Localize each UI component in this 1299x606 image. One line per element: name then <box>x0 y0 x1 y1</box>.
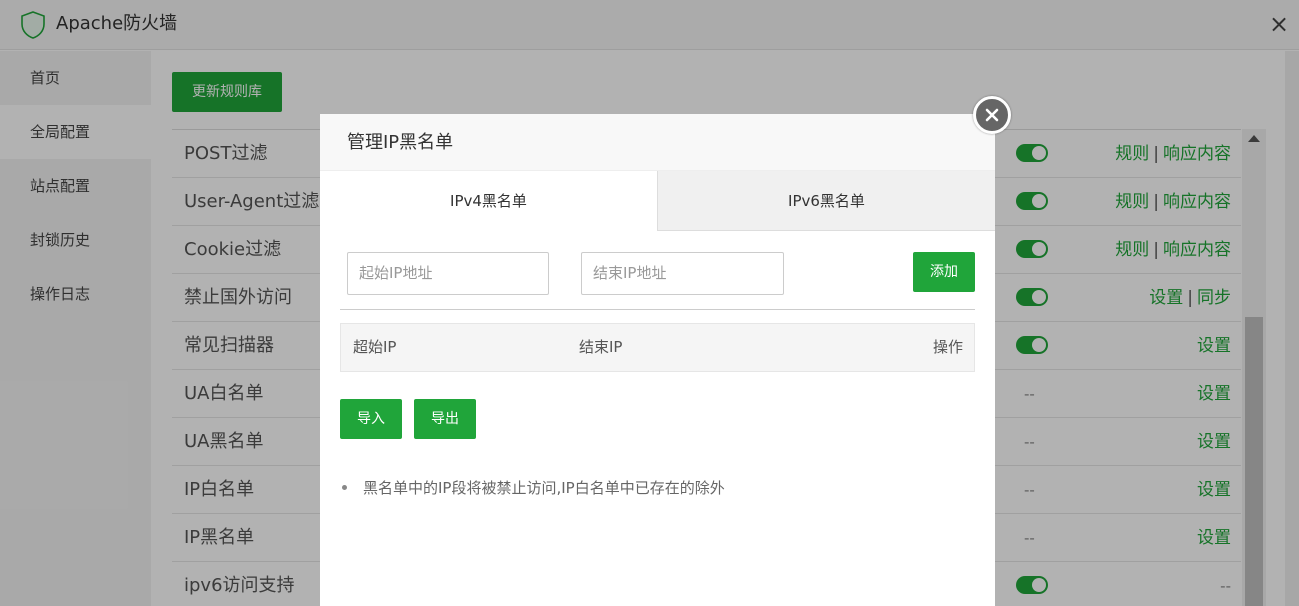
tab-ipv4-blacklist[interactable]: IPv4黑名单 <box>320 171 657 231</box>
tip-text: 黑名单中的IP段将被禁止访问,IP白名单中已存在的除外 <box>340 476 725 500</box>
ip-list-header: 超始IP 结束IP 操作 <box>340 323 975 372</box>
modal-close-button[interactable] <box>973 96 1011 134</box>
add-button[interactable]: 添加 <box>913 252 975 292</box>
bullet-icon <box>342 484 347 490</box>
close-icon <box>985 108 999 122</box>
start-ip-input[interactable]: 起始IP地址 <box>347 252 549 295</box>
import-button[interactable]: 导入 <box>340 399 402 439</box>
export-button[interactable]: 导出 <box>414 399 476 439</box>
end-ip-input[interactable]: 结束IP地址 <box>581 252 784 295</box>
tab-ipv6-blacklist[interactable]: IPv6黑名单 <box>657 171 995 231</box>
modal-title: 管理IP黑名单 <box>347 132 454 153</box>
modal-header: 管理IP黑名单 <box>320 114 995 171</box>
divider <box>340 309 975 310</box>
ip-blacklist-modal: 管理IP黑名单 IPv4黑名单 IPv6黑名单 起始IP地址 结束IP地址 添加… <box>320 96 1011 606</box>
column-end-ip: 结束IP <box>579 338 623 356</box>
column-start-ip: 超始IP <box>353 338 397 356</box>
tip-label: 黑名单中的IP段将被禁止访问,IP白名单中已存在的除外 <box>363 479 725 497</box>
column-operation: 操作 <box>932 338 963 356</box>
